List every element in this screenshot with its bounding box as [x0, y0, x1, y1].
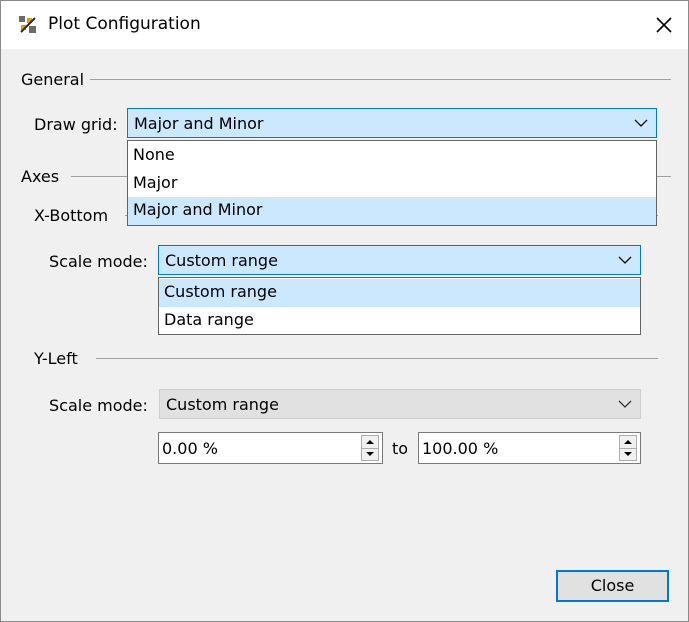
draw-grid-option-none[interactable]: None	[128, 142, 656, 170]
plot-configuration-dialog: Plot Configuration General Draw grid: Ma…	[0, 0, 689, 622]
x-bottom-group-title: X-Bottom	[34, 206, 115, 225]
spin-down-icon[interactable]	[620, 448, 636, 460]
y-range-min-input[interactable]: 0.00 %	[158, 432, 383, 464]
window-title: Plot Configuration	[48, 14, 201, 34]
x-scale-option-data-range[interactable]: Data range	[159, 307, 640, 335]
close-button[interactable]: Close	[556, 570, 669, 602]
app-icon	[19, 16, 36, 33]
spin-down-icon[interactable]	[362, 448, 378, 460]
draw-grid-label: Draw grid:	[34, 115, 118, 134]
draw-grid-option-major[interactable]: Major	[128, 170, 656, 198]
draw-grid-value: Major and Minor	[134, 114, 264, 133]
y-range-max-input[interactable]: 100.00 %	[418, 432, 641, 464]
y-range-min-spinner	[361, 435, 379, 461]
close-button-label: Close	[590, 576, 635, 595]
draw-grid-dropdown-list: None Major Major and Minor	[127, 140, 657, 226]
option-label: Major	[133, 173, 178, 192]
y-left-group-title: Y-Left	[34, 349, 84, 368]
y-range-min-value: 0.00 %	[162, 439, 218, 458]
x-scale-mode-label: Scale mode:	[49, 252, 148, 271]
title-bar: Plot Configuration	[1, 1, 688, 49]
range-to-label: to	[392, 439, 409, 458]
y-range-max-spinner	[619, 435, 637, 461]
close-icon[interactable]	[652, 13, 676, 37]
option-label: Major and Minor	[133, 200, 263, 219]
axes-group-title: Axes	[21, 167, 66, 186]
draw-grid-select[interactable]: Major and Minor	[127, 108, 657, 138]
y-scale-mode-value: Custom range	[166, 395, 279, 414]
draw-grid-option-major-and-minor[interactable]: Major and Minor	[128, 197, 656, 225]
y-range-max-value: 100.00 %	[422, 439, 499, 458]
y-scale-mode-label: Scale mode:	[49, 396, 148, 415]
y-scale-mode-select[interactable]: Custom range	[159, 389, 641, 419]
x-scale-option-custom-range[interactable]: Custom range	[159, 279, 640, 307]
x-scale-mode-dropdown-list: Custom range Data range	[158, 277, 641, 335]
chevron-down-icon	[618, 256, 632, 264]
chevron-down-icon	[634, 119, 648, 127]
option-label: None	[133, 145, 175, 164]
y-left-group-rule	[96, 358, 658, 359]
x-scale-mode-select[interactable]: Custom range	[158, 245, 641, 275]
general-group-title: General	[21, 70, 91, 89]
x-scale-mode-value: Custom range	[165, 251, 278, 270]
chevron-down-icon	[618, 400, 632, 408]
general-group-rule	[89, 79, 671, 80]
option-label: Data range	[164, 310, 254, 329]
option-label: Custom range	[164, 282, 277, 301]
